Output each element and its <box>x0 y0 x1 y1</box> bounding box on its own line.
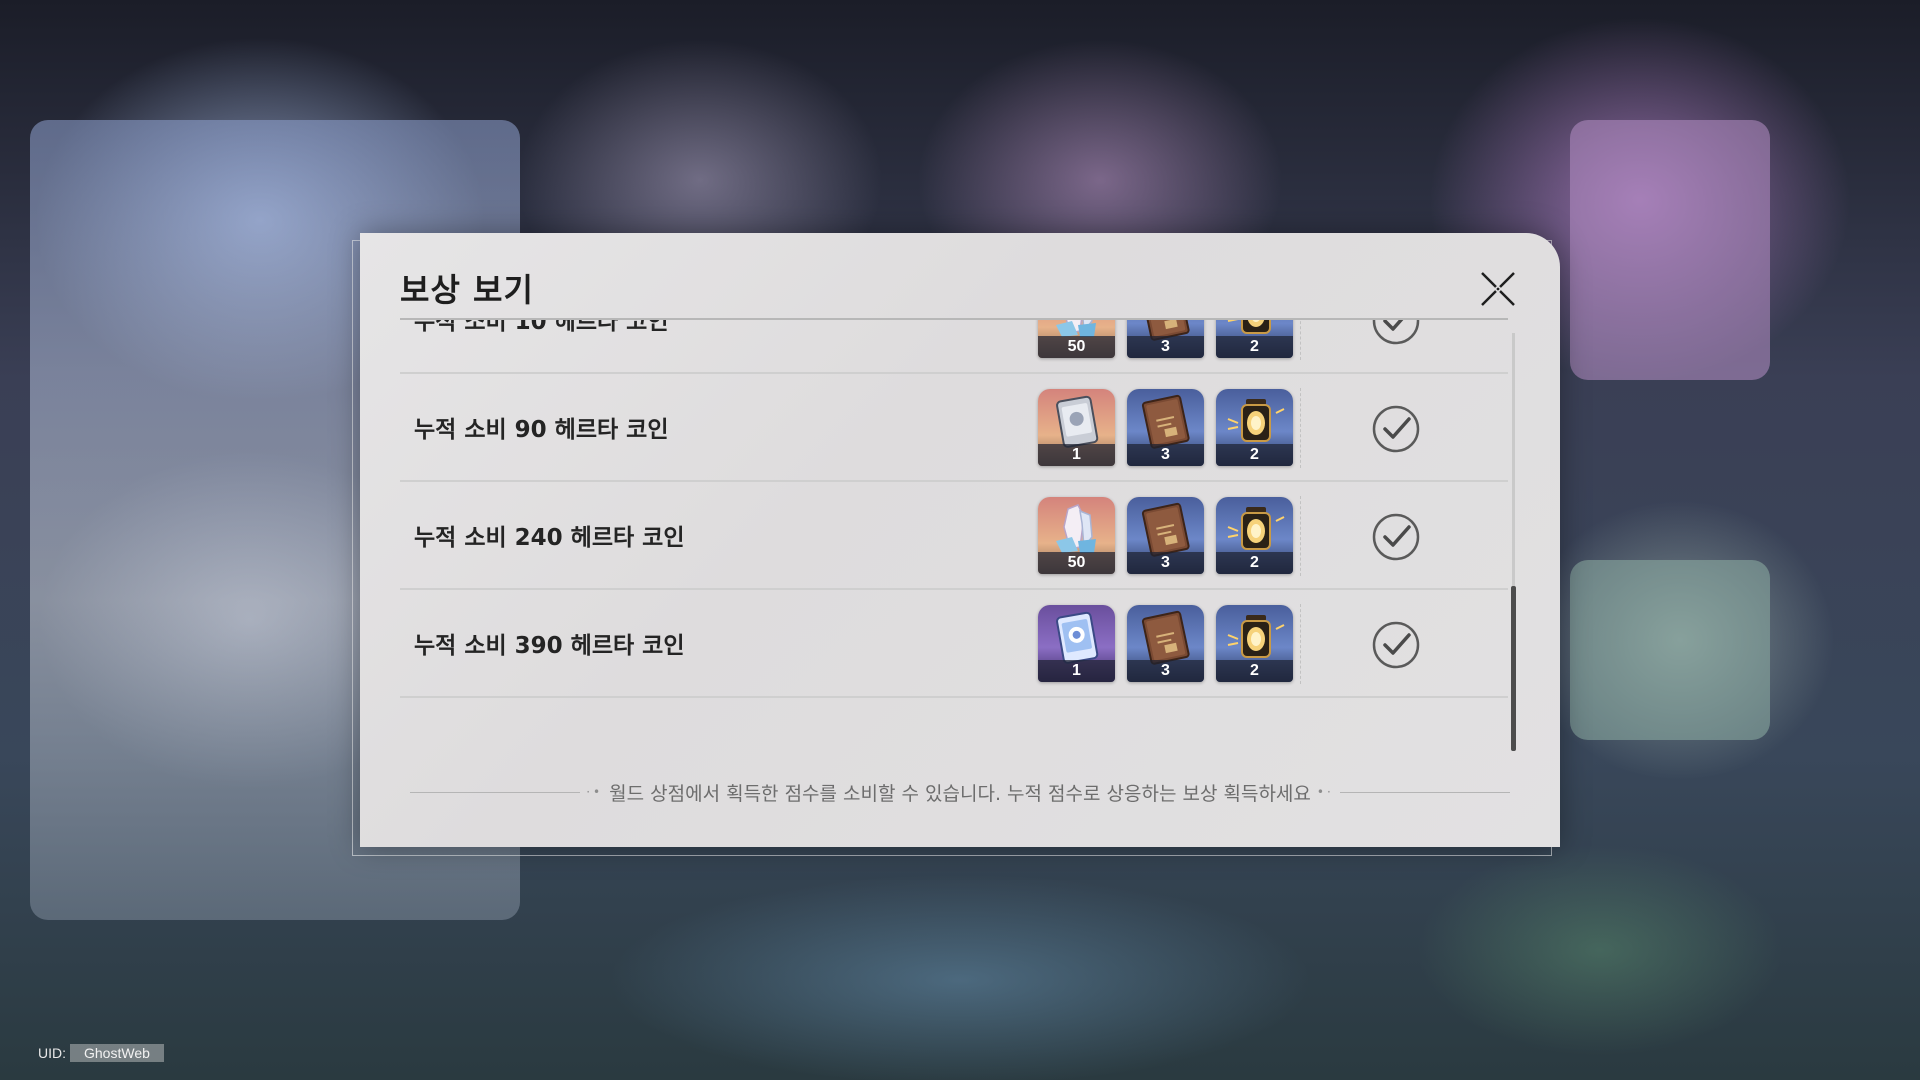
reward-item[interactable]: 3 <box>1127 497 1204 574</box>
claimed-check-icon <box>1371 512 1421 562</box>
reward-row-label: 누적 소비 90 헤르타 코인 <box>414 417 669 443</box>
claimed-check-icon <box>1371 620 1421 670</box>
footer-dots: ·• <box>586 785 604 799</box>
footer-dots: •· <box>1316 785 1334 799</box>
row-separator <box>1300 604 1301 684</box>
reward-row: 누적 소비 390 헤르타 코인 1 3 2 <box>400 590 1508 698</box>
background-panel <box>1570 120 1770 380</box>
dialog-title: 보상 보기 <box>400 271 534 309</box>
reward-items: 50 3 2 <box>1038 497 1293 574</box>
reward-item[interactable]: 3 <box>1127 389 1204 466</box>
row-separator <box>1300 320 1301 360</box>
row-separator <box>1300 496 1301 576</box>
reward-items: 132 <box>1038 389 1293 466</box>
scrollbar-thumb[interactable] <box>1511 586 1516 751</box>
footer-line <box>1339 791 1511 793</box>
reward-row-label: 누적 소비 240 헤르타 코인 <box>414 525 685 551</box>
reward-row: 누적 소비 10 헤르타 코인 50 3 2 <box>400 320 1508 374</box>
item-quantity: 50 <box>1038 336 1115 358</box>
reward-item[interactable]: 2 <box>1216 605 1293 682</box>
reward-row-label: 누적 소비 10 헤르타 코인 <box>414 320 669 335</box>
uid-value: GhostWeb <box>70 1044 164 1062</box>
reward-item[interactable]: 1 <box>1038 605 1115 682</box>
reward-item[interactable]: 2 <box>1216 320 1293 358</box>
close-icon <box>1481 272 1515 306</box>
item-quantity: 3 <box>1127 552 1204 574</box>
reward-item[interactable]: 50 <box>1038 497 1115 574</box>
uid-display: UID: GhostWeb <box>38 1044 164 1062</box>
reward-item[interactable]: 3 <box>1127 605 1204 682</box>
item-quantity: 1 <box>1038 444 1115 466</box>
close-button[interactable] <box>1476 267 1520 311</box>
claimed-check-icon <box>1371 320 1421 346</box>
footer-line <box>410 791 581 793</box>
footer-note: ·• 월드 상점에서 획득한 점수를 소비할 수 있습니다. 누적 점수로 상응… <box>410 779 1511 805</box>
item-quantity: 50 <box>1038 552 1115 574</box>
background-panel <box>1570 560 1770 740</box>
claimed-check-icon <box>1371 404 1421 454</box>
uid-label: UID: <box>38 1045 66 1061</box>
item-quantity: 2 <box>1216 552 1293 574</box>
item-quantity: 3 <box>1127 336 1204 358</box>
item-quantity: 2 <box>1216 336 1293 358</box>
item-quantity: 3 <box>1127 444 1204 466</box>
footer-text: 월드 상점에서 획득한 점수를 소비할 수 있습니다. 누적 점수로 상응하는 … <box>609 782 1311 805</box>
reward-item[interactable]: 1 <box>1038 389 1115 466</box>
reward-row: 누적 소비 90 헤르타 코인 1 3 2 <box>400 374 1508 482</box>
row-separator <box>1300 388 1301 468</box>
reward-dialog: 보상 보기 누적 소비 10 헤르타 코인 50 3 2 누적 소비 90 헤르타 코인… <box>360 233 1560 847</box>
item-quantity: 2 <box>1216 444 1293 466</box>
reward-item[interactable]: 3 <box>1127 320 1204 358</box>
reward-item[interactable]: 2 <box>1216 389 1293 466</box>
reward-row-label: 누적 소비 390 헤르타 코인 <box>414 633 685 659</box>
item-quantity: 1 <box>1038 660 1115 682</box>
item-quantity: 2 <box>1216 660 1293 682</box>
reward-item[interactable]: 50 <box>1038 320 1115 358</box>
item-quantity: 3 <box>1127 660 1204 682</box>
reward-item[interactable]: 2 <box>1216 497 1293 574</box>
reward-items: 132 <box>1038 605 1293 682</box>
reward-list[interactable]: 누적 소비 10 헤르타 코인 50 3 2 누적 소비 90 헤르타 코인 1 3 2 누적 … <box>400 320 1508 720</box>
reward-items: 50 3 2 <box>1038 320 1293 358</box>
reward-row: 누적 소비 240 헤르타 코인 50 3 2 <box>400 482 1508 590</box>
